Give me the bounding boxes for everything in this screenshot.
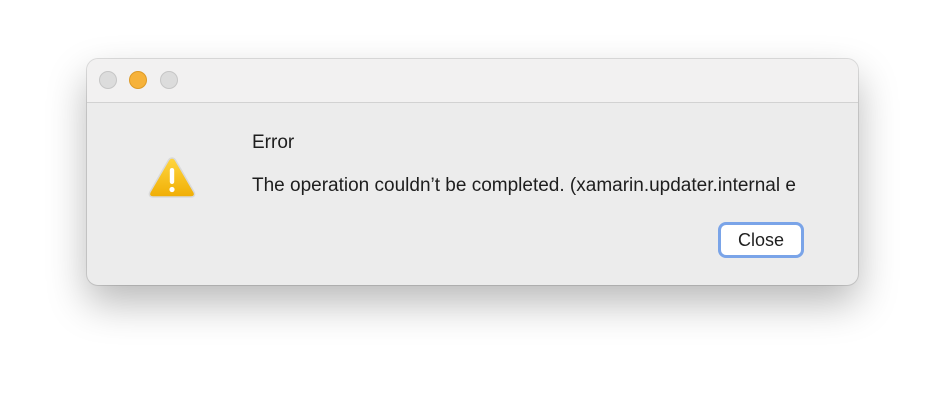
dialog-message: The operation couldn’t be completed. (xa… [252, 175, 796, 196]
warning-icon [148, 155, 196, 199]
dialog-title: Error [252, 132, 295, 153]
error-dialog-window: Error The operation couldn’t be complete… [87, 59, 858, 285]
window-close-control[interactable] [99, 71, 117, 89]
close-button[interactable]: Close [718, 222, 804, 258]
window-zoom-control[interactable] [160, 71, 178, 89]
window-minimize-control[interactable] [129, 71, 147, 89]
title-bar [87, 59, 858, 103]
